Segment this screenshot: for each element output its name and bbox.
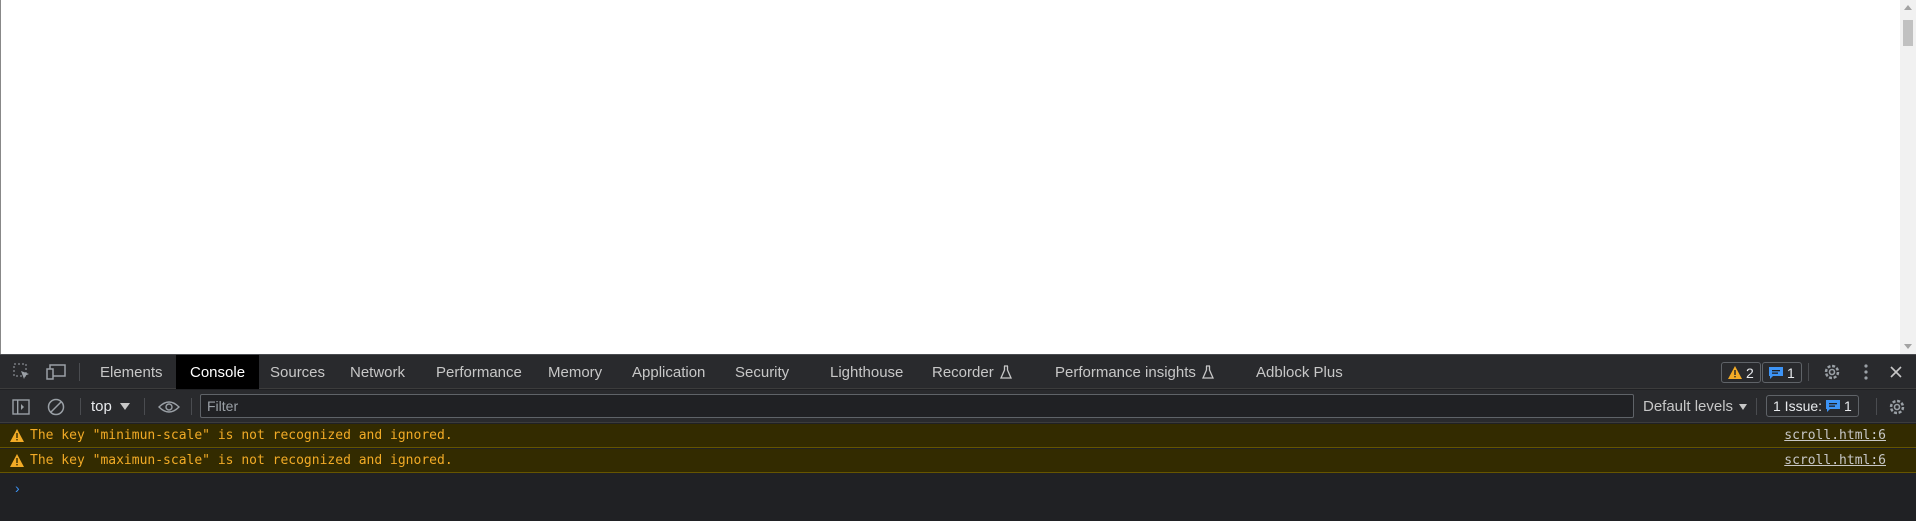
- console-message-source-link[interactable]: scroll.html:6: [1784, 428, 1886, 443]
- console-message-warning: The key "minimun-scale" is not recognize…: [0, 424, 1916, 448]
- tab-performance[interactable]: Performance: [436, 355, 522, 389]
- chevron-down-icon: [119, 403, 130, 410]
- tab-memory[interactable]: Memory: [548, 355, 602, 389]
- tab-security[interactable]: Security: [735, 355, 789, 389]
- tab-sources[interactable]: Sources: [270, 355, 325, 389]
- message-icon: [1769, 366, 1783, 379]
- tab-label: Console: [190, 363, 246, 381]
- inspect-element-icon[interactable]: [8, 355, 36, 389]
- tab-label: Application: [632, 363, 706, 381]
- tab-lighthouse[interactable]: Lighthouse: [830, 355, 903, 389]
- tab-label: Network: [350, 363, 406, 381]
- tab-console[interactable]: Console: [176, 355, 260, 389]
- default-levels-dropdown[interactable]: Default levels: [1643, 390, 1748, 423]
- scroll-thumb[interactable]: [1903, 20, 1913, 46]
- clear-console-icon[interactable]: [42, 390, 70, 423]
- console-message-source-link[interactable]: scroll.html:6: [1784, 453, 1886, 468]
- message-icon: [1826, 400, 1841, 412]
- console-message-warning: The key "maximun-scale" is not recognize…: [0, 449, 1916, 473]
- scroll-down-arrow-icon[interactable]: [1904, 344, 1912, 349]
- tab-label: Elements: [100, 363, 163, 381]
- console-message-text: The key "maximun-scale" is not recognize…: [30, 453, 453, 468]
- experiment-flask-icon: [999, 365, 1012, 379]
- warnings-badge[interactable]: 2: [1721, 362, 1761, 383]
- warning-icon: [10, 429, 24, 442]
- more-options-icon[interactable]: [1852, 355, 1880, 389]
- context-selector[interactable]: top: [91, 390, 130, 423]
- issues-count: 1: [1844, 398, 1852, 414]
- experiment-flask-icon: [1201, 365, 1214, 379]
- scroll-up-arrow-icon[interactable]: [1904, 5, 1912, 10]
- warnings-count: 2: [1746, 364, 1754, 381]
- issues-button[interactable]: 1 Issue: 1: [1766, 395, 1859, 417]
- tab-application[interactable]: Application: [632, 355, 705, 389]
- tab-adblock-plus[interactable]: Adblock Plus: [1256, 355, 1343, 389]
- default-levels-label: Default levels: [1643, 398, 1734, 415]
- tab-label: Lighthouse: [830, 363, 904, 381]
- tab-recorder[interactable]: Recorder: [932, 355, 1012, 389]
- device-toolbar-icon[interactable]: [42, 355, 70, 389]
- devtools-tabbar: Elements Console Sources Network Performance…: [0, 355, 1916, 389]
- tab-label: Performance: [436, 363, 522, 381]
- tab-label: Performance insights: [1055, 363, 1196, 381]
- console-message-text: The key "minimun-scale" is not recognize…: [30, 428, 453, 443]
- issues-label: 1 Issue:: [1773, 398, 1823, 414]
- devtools-panel: Elements Console Sources Network Performance…: [0, 354, 1916, 521]
- console-toolbar: top Filter Default levels 1 Issue: 1: [0, 390, 1916, 423]
- chevron-down-icon: [1739, 403, 1748, 410]
- tab-network[interactable]: Network: [350, 355, 405, 389]
- settings-gear-icon[interactable]: [1818, 355, 1846, 389]
- messages-badge[interactable]: 1: [1762, 362, 1802, 383]
- tab-label: Security: [735, 363, 790, 381]
- messages-count: 1: [1787, 364, 1795, 381]
- tab-elements[interactable]: Elements: [100, 355, 163, 389]
- page-viewport: [0, 0, 1916, 354]
- page-scrollbar[interactable]: [1900, 0, 1916, 354]
- tab-performance-insights[interactable]: Performance insights: [1055, 355, 1214, 389]
- tab-label: Adblock Plus: [1256, 363, 1343, 381]
- close-devtools-icon[interactable]: [1882, 355, 1910, 389]
- tab-label: Memory: [548, 363, 603, 381]
- warning-icon: [10, 454, 24, 467]
- context-label: top: [91, 398, 112, 415]
- show-sidebar-icon[interactable]: [7, 390, 35, 423]
- console-settings-gear-icon[interactable]: [1883, 390, 1911, 423]
- warning-icon: [1728, 366, 1742, 379]
- filter-input[interactable]: Filter: [200, 394, 1634, 418]
- live-expression-eye-icon[interactable]: [155, 390, 183, 423]
- tab-label: Recorder: [932, 363, 994, 381]
- tab-label: Sources: [270, 363, 326, 381]
- console-prompt[interactable]: ›: [15, 480, 20, 496]
